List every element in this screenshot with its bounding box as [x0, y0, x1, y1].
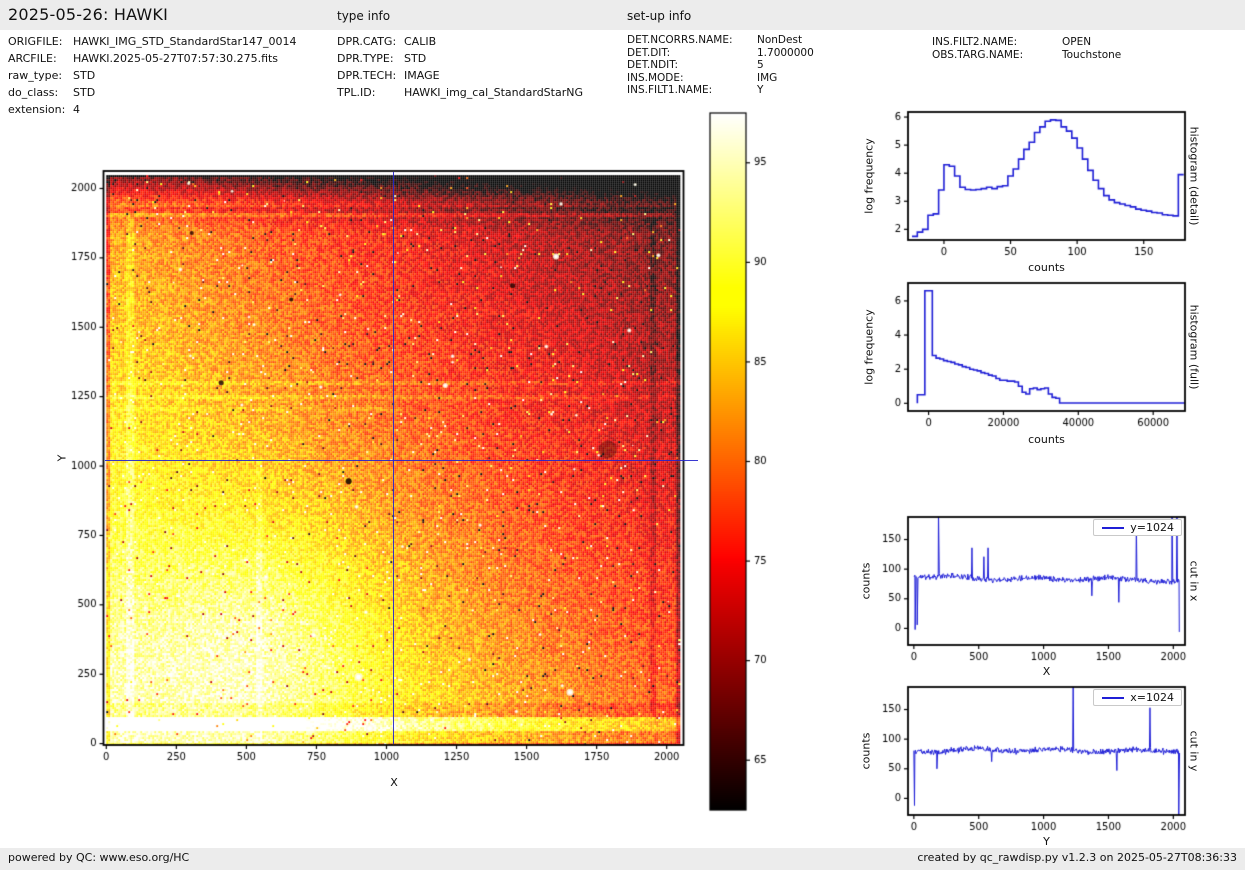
info-row: do_class:STD	[8, 84, 297, 101]
cut-in-y-xlabel: Y	[908, 835, 1185, 848]
info-label: TPL.ID:	[337, 84, 404, 101]
histogram-detail-plot	[908, 112, 1185, 240]
hist-full-xlabel: counts	[908, 433, 1185, 446]
cut-in-x-side-label: cut in x	[1188, 561, 1201, 602]
cut-in-y-plot	[908, 687, 1185, 815]
info-row: DET.NDIT:5	[627, 59, 814, 72]
info-value: NonDest	[757, 34, 802, 46]
info-label: INS.FILT2.NAME:	[932, 36, 1062, 49]
info-value: Touchstone	[1062, 49, 1121, 61]
info-value: OPEN	[1062, 36, 1091, 48]
info-label: raw_type:	[8, 67, 73, 84]
info-row: ORIGFILE:HAWKI_IMG_STD_StandardStar147_0…	[8, 33, 297, 50]
info-label: ORIGFILE:	[8, 33, 73, 50]
info-label: DPR.CATG:	[337, 33, 404, 50]
info-label: extension:	[8, 101, 73, 118]
info-value: 1.7000000	[757, 47, 814, 59]
info-label: INS.FILT1.NAME:	[627, 84, 757, 97]
info-label: DET.NCORRS.NAME:	[627, 34, 757, 47]
type-info-block: DPR.CATG:CALIBDPR.TYPE:STDDPR.TECH:IMAGE…	[337, 33, 583, 101]
main-xlabel: X	[104, 776, 684, 789]
info-value: HAWKI_img_cal_StandardStarNG	[404, 86, 583, 99]
histogram-full-plot	[908, 283, 1185, 411]
info-label: DPR.TECH:	[337, 67, 404, 84]
info-row: extension:4	[8, 101, 297, 118]
info-row: DPR.CATG:CALIB	[337, 33, 583, 50]
cut-in-x-plot	[908, 517, 1185, 645]
info-value: 5	[757, 59, 764, 71]
info-value: STD	[73, 69, 95, 82]
cut-in-y-ylabel: counts	[860, 733, 873, 770]
setup-info-block-1: DET.NCORRS.NAME:NonDestDET.DIT:1.7000000…	[627, 34, 814, 97]
info-row: INS.FILT2.NAME:OPEN	[932, 36, 1121, 49]
hist-detail-ylabel: log frequency	[863, 138, 876, 213]
detector-image	[104, 171, 684, 745]
cut-in-x-xlabel: X	[908, 665, 1185, 678]
hist-detail-xlabel: counts	[908, 261, 1185, 274]
info-value: Y	[757, 84, 763, 96]
info-value: IMG	[757, 72, 777, 84]
info-label: ARCFILE:	[8, 50, 73, 67]
info-label: do_class:	[8, 84, 73, 101]
info-row: ARCFILE:HAWKI.2025-05-27T07:57:30.275.fi…	[8, 50, 297, 67]
hist-full-side-label: histogram (full)	[1188, 305, 1201, 390]
info-value: HAWKI_IMG_STD_StandardStar147_0014	[73, 35, 297, 48]
info-value: 4	[73, 103, 80, 116]
main-ylabel: Y	[56, 455, 69, 462]
colorbar	[710, 113, 746, 810]
info-label: INS.MODE:	[627, 72, 757, 85]
info-value: HAWKI.2025-05-27T07:57:30.275.fits	[73, 52, 278, 65]
info-label: DPR.TYPE:	[337, 50, 404, 67]
cut-in-y-side-label: cut in y	[1188, 731, 1201, 772]
info-row: DPR.TYPE:STD	[337, 50, 583, 67]
info-row: DET.DIT:1.7000000	[627, 47, 814, 60]
qc-report-page: 2025-05-26: HAWKI type info set-up info …	[0, 0, 1245, 870]
footer-created-by: created by qc_rawdisp.py v1.2.3 on 2025-…	[917, 851, 1237, 864]
footer-powered-by: powered by QC: www.eso.org/HC	[8, 851, 189, 864]
cut-in-x-ylabel: counts	[860, 563, 873, 600]
info-row: DPR.TECH:IMAGE	[337, 67, 583, 84]
info-row: OBS.TARG.NAME:Touchstone	[932, 49, 1121, 62]
hist-detail-side-label: histogram (detail)	[1188, 127, 1201, 226]
page-title: 2025-05-26: HAWKI	[8, 5, 168, 24]
info-label: OBS.TARG.NAME:	[932, 49, 1062, 62]
info-value: STD	[404, 52, 426, 65]
footer-bar: powered by QC: www.eso.org/HC created by…	[0, 848, 1245, 870]
info-row: DET.NCORRS.NAME:NonDest	[627, 34, 814, 47]
setup-info-section-label: set-up info	[627, 9, 691, 23]
info-label: DET.DIT:	[627, 47, 757, 60]
file-info-block: ORIGFILE:HAWKI_IMG_STD_StandardStar147_0…	[8, 33, 297, 118]
type-info-section-label: type info	[337, 9, 390, 23]
info-row: INS.FILT1.NAME:Y	[627, 84, 814, 97]
hist-full-ylabel: log frequency	[863, 309, 876, 384]
header-bar: 2025-05-26: HAWKI type info set-up info	[0, 0, 1245, 30]
info-row: raw_type:STD	[8, 67, 297, 84]
info-value: IMAGE	[404, 69, 440, 82]
info-row: INS.MODE:IMG	[627, 72, 814, 85]
info-row: TPL.ID:HAWKI_img_cal_StandardStarNG	[337, 84, 583, 101]
setup-info-block-2: INS.FILT2.NAME:OPENOBS.TARG.NAME:Touchst…	[932, 36, 1121, 61]
info-value: STD	[73, 86, 95, 99]
info-label: DET.NDIT:	[627, 59, 757, 72]
info-value: CALIB	[404, 35, 436, 48]
